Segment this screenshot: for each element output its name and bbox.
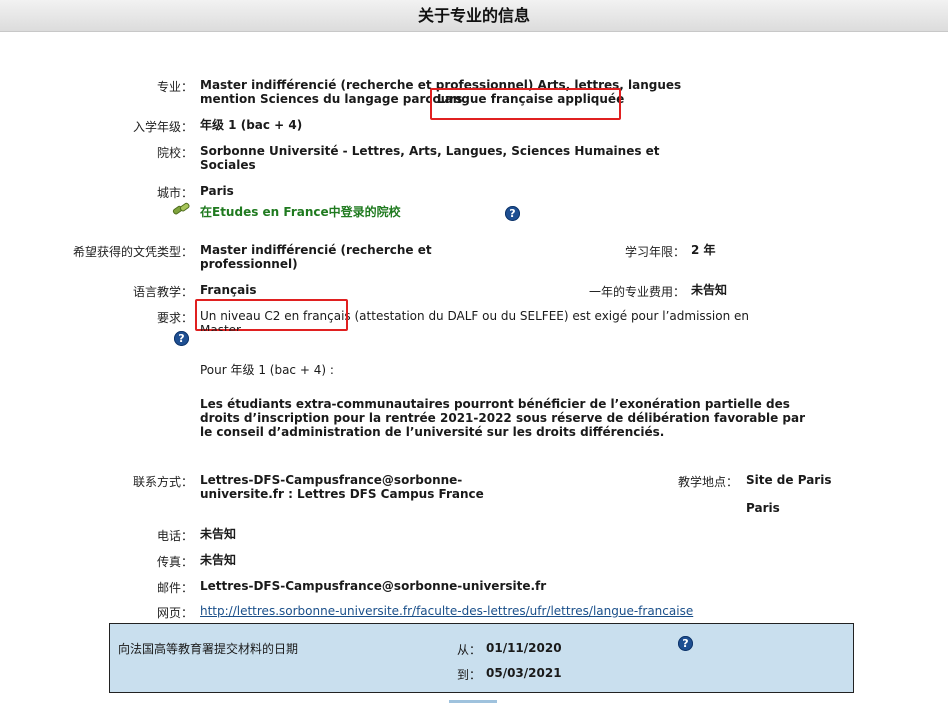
requirements-note-line3: le conseil d’administration de l’univers… [200,425,665,439]
from-label: 从： [457,643,482,657]
email-value: Lettres-DFS-Campusfrance@sorbonne-univer… [200,579,547,593]
etudes-en-france-link[interactable]: 在Etudes en France中登录的院校 [200,203,401,220]
to-date: 05/03/2021 [486,666,562,680]
help-icon[interactable]: ? [174,331,189,346]
scroll-indicator [449,700,497,703]
duration-value: 2 年 [691,243,716,257]
school-label: 院校： [156,146,193,160]
school-line1: Sorbonne Université - Lettres, Arts, Lan… [200,144,660,158]
site-label: 教学地点： [677,475,738,489]
highlight-box-specialty [430,88,621,120]
fee-label: 一年的专业费用： [588,285,685,299]
school-line2: Sociales [200,158,256,172]
fax-label: 传真： [156,555,193,569]
phone-label: 电话： [156,529,193,543]
dates-label: 向法国高等教育署提交材料的日期 [118,642,299,656]
city-label: 城市： [156,186,193,200]
submission-dates-panel: 向法国高等教育署提交材料的日期 从： 01/11/2020 到： 05/03/2… [109,623,854,693]
from-date: 01/11/2020 [486,641,562,655]
diploma-line2: professionnel) [200,257,298,271]
language-label: 语言教学： [132,285,193,299]
help-icon[interactable]: ? [505,206,520,221]
phone-value: 未告知 [200,527,237,541]
city-value: Paris [200,184,234,198]
help-icon[interactable]: ? [678,636,693,651]
page-header: 关于专业的信息 [0,0,948,32]
website-link[interactable]: http://lettres.sorbonne-universite.fr/fa… [200,604,693,618]
year-value: 年级 1 (bac + 4) [200,118,303,132]
requirement-rest: (attestation du DALF ou du SELFEE) est e… [350,309,749,323]
requirements-note-line2: droits d’inscription pour la rentrée 202… [200,411,806,425]
site-city: Paris [746,501,780,515]
diploma-line1: Master indifférencié (recherche et [200,243,432,257]
diploma-label: 希望获得的文凭类型： [72,245,193,259]
contact-line1: Lettres-DFS-Campusfrance@sorbonne- [200,473,463,487]
contact-label: 联系方式： [132,475,193,489]
page-title: 关于专业的信息 [417,6,530,25]
year-label: 入学年级： [132,120,193,134]
web-label: 网页： [156,606,193,620]
fee-value: 未告知 [691,283,728,297]
site-value: Site de Paris [746,473,832,487]
requirements-label: 要求： [156,311,193,325]
specialty-label: 专业： [156,80,193,94]
contact-line2: universite.fr : Lettres DFS Campus Franc… [200,487,484,501]
email-label: 邮件： [156,581,193,595]
to-label: 到： [457,668,482,682]
requirements-line2: Master. [200,323,244,331]
requirements-year: Pour 年级 1 (bac + 4) : [200,363,334,377]
requirements-note-line1: Les étudiants extra-communautaires pourr… [200,397,790,411]
link-icon [172,201,190,220]
specialty-line2-prefix: mention Sciences du langage parcours [200,92,463,106]
fax-value: 未告知 [200,553,237,567]
duration-label: 学习年限： [624,245,685,259]
language-value: Français [200,283,257,297]
